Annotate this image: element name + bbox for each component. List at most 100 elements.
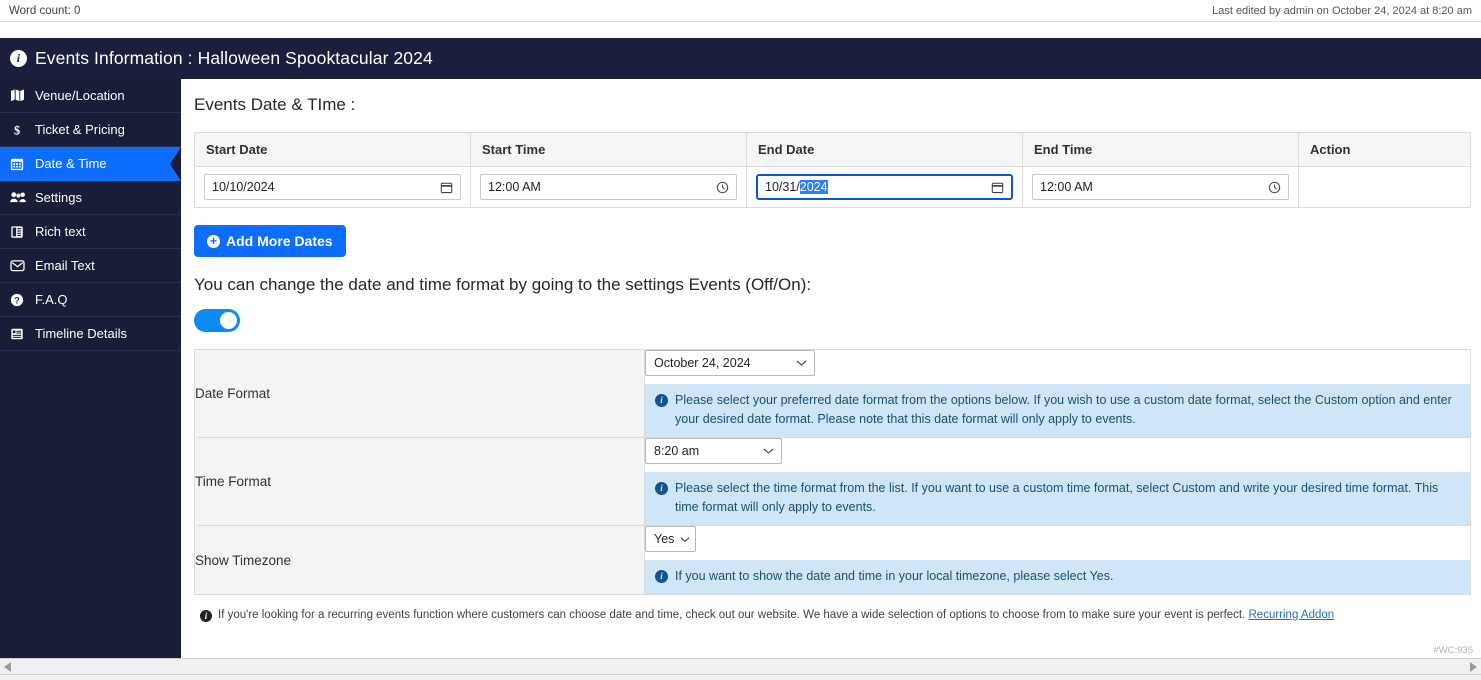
info-icon: i <box>655 394 668 407</box>
add-more-dates-button[interactable]: + Add More Dates <box>194 225 346 257</box>
date-format-label: Date Format <box>194 349 645 438</box>
end-time-value: 12:00 AM <box>1040 180 1093 194</box>
list-card-icon <box>10 327 30 341</box>
bottom-tray-strip <box>0 675 1481 680</box>
add-more-dates-label: Add More Dates <box>226 233 333 249</box>
info-icon: i <box>200 610 212 622</box>
recurring-note-text: If you're looking for a recurring events… <box>218 609 1246 621</box>
sidebar-item-email-text[interactable]: Email Text <box>0 249 181 283</box>
content-shell: Venue/Location $ Ticket & Pricing Date &… <box>0 79 1481 658</box>
table-row: 10/10/2024 12:00 AM 10/31/2024 12:00 AM <box>194 166 1471 208</box>
calendar-icon <box>10 157 30 171</box>
chevron-down-icon <box>763 447 774 455</box>
end-date-prefix: 10/31/ <box>765 180 800 194</box>
plus-circle-icon: + <box>207 234 220 248</box>
scroll-left-arrow-icon[interactable] <box>3 661 14 672</box>
sidebar-item-label: Email Text <box>35 258 95 273</box>
editor-status-bar: Word count: 0 Last edited by admin on Oc… <box>0 0 1481 22</box>
col-start-date: Start Date <box>194 132 471 167</box>
sidebar-item-label: Rich text <box>35 224 86 239</box>
sidebar-item-date-time[interactable]: Date & Time <box>0 147 181 181</box>
calendar-picker-icon[interactable] <box>991 181 1004 194</box>
start-time-input[interactable]: 12:00 AM <box>480 174 737 200</box>
sidebar-item-label: F.A.Q <box>35 292 68 307</box>
col-end-date: End Date <box>746 132 1023 167</box>
users-icon <box>10 191 30 204</box>
time-format-control-cell: 8:20 am i Please select the time format … <box>644 437 1471 526</box>
info-icon: i <box>655 482 668 495</box>
cell-start-date: 10/10/2024 <box>194 166 471 208</box>
sidebar-item-label: Ticket & Pricing <box>35 122 125 137</box>
col-start-time: Start Time <box>470 132 747 167</box>
show-timezone-select[interactable]: Yes <box>645 526 696 552</box>
format-instruction-text: You can change the date and time format … <box>194 275 812 294</box>
sidebar-item-label: Timeline Details <box>35 326 127 341</box>
envelope-icon <box>10 259 30 272</box>
date-format-value: October 24, 2024 <box>654 356 751 370</box>
clock-icon[interactable] <box>1268 181 1281 194</box>
sidebar-item-label: Venue/Location <box>35 88 125 103</box>
date-format-toggle[interactable] <box>194 309 240 332</box>
cell-start-time: 12:00 AM <box>470 166 747 208</box>
sidebar-item-venue-location[interactable]: Venue/Location <box>0 79 181 113</box>
sidebar-item-ticket-pricing[interactable]: $ Ticket & Pricing <box>0 113 181 147</box>
end-date-selected-year: 2024 <box>799 180 828 194</box>
wc-reference-tag: #WC:935 <box>1433 645 1473 656</box>
start-date-input[interactable]: 10/10/2024 <box>204 174 461 200</box>
time-format-select[interactable]: 8:20 am <box>645 438 782 464</box>
bottom-tray <box>0 675 1481 680</box>
page-title: Events Information : Halloween Spooktacu… <box>35 48 433 68</box>
chevron-down-icon <box>680 536 690 543</box>
main-content: Events Date & TIme : Start Date Start Ti… <box>181 79 1481 658</box>
date-format-info-text: Please select your preferred date format… <box>675 393 1452 426</box>
sidebar-item-rich-text[interactable]: Rich text <box>0 215 181 249</box>
events-information-header: i Events Information : Halloween Spookta… <box>0 38 1481 79</box>
settings-row-show-timezone: Show Timezone Yes i If you want to show … <box>194 525 1471 595</box>
map-marker-icon <box>10 89 30 102</box>
show-timezone-control-cell: Yes i If you want to show the date and t… <box>644 525 1471 595</box>
toggle-knob <box>220 312 237 329</box>
events-dates-table: Start Date Start Time End Date End Time … <box>194 132 1471 208</box>
last-edited-label: Last edited by admin on October 24, 2024… <box>1212 4 1472 17</box>
svg-text:?: ? <box>14 295 19 305</box>
col-end-time: End Time <box>1022 132 1299 167</box>
date-format-control-cell: October 24, 2024 i Please select your pr… <box>644 349 1471 438</box>
recurring-addon-link[interactable]: Recurring Addon <box>1249 609 1335 621</box>
cell-end-date: 10/31/2024 <box>746 166 1023 208</box>
time-format-info-text: Please select the time format from the l… <box>675 481 1439 514</box>
date-format-settings-table: Date Format October 24, 2024 i Please se… <box>194 349 1471 595</box>
date-format-select[interactable]: October 24, 2024 <box>645 350 815 376</box>
horizontal-scrollbar[interactable] <box>0 658 1481 675</box>
calendar-picker-icon[interactable] <box>440 181 453 194</box>
sidebar-item-label: Settings <box>35 190 82 205</box>
section-title: Events Date & TIme : <box>194 95 356 114</box>
end-date-input[interactable]: 10/31/2024 <box>756 174 1013 200</box>
scroll-right-arrow-icon[interactable] <box>1467 661 1478 672</box>
time-format-value: 8:20 am <box>654 444 700 458</box>
show-timezone-info-text: If you want to show the date and time in… <box>675 569 1114 583</box>
dollar-sign-icon: $ <box>10 123 30 137</box>
document-text-icon <box>10 225 30 239</box>
info-circle-icon: i <box>10 50 27 67</box>
end-date-value: 10/31/2024 <box>765 180 991 194</box>
clock-icon[interactable] <box>716 181 729 194</box>
end-time-input[interactable]: 12:00 AM <box>1032 174 1289 200</box>
question-circle-icon: ? <box>10 293 30 307</box>
chevron-down-icon <box>796 359 807 367</box>
show-timezone-info: i If you want to show the date and time … <box>645 560 1470 594</box>
time-format-info: i Please select the time format from the… <box>645 472 1470 525</box>
table-header-row: Start Date Start Time End Date End Time … <box>194 132 1471 167</box>
start-date-value: 10/10/2024 <box>212 180 275 194</box>
col-action: Action <box>1298 132 1471 167</box>
recurring-events-note: i If you're looking for a recurring even… <box>200 609 1471 622</box>
info-icon: i <box>655 570 668 583</box>
sidebar-item-faq[interactable]: ? F.A.Q <box>0 283 181 317</box>
show-timezone-value: Yes <box>654 532 675 546</box>
sidebar-nav: Venue/Location $ Ticket & Pricing Date &… <box>0 79 181 658</box>
settings-row-date-format: Date Format October 24, 2024 i Please se… <box>194 349 1471 438</box>
spacer-strip <box>0 22 1481 38</box>
sidebar-item-settings[interactable]: Settings <box>0 181 181 215</box>
word-count-label: Word count: 0 <box>9 4 81 17</box>
svg-text:$: $ <box>14 123 20 137</box>
sidebar-item-timeline-details[interactable]: Timeline Details <box>0 317 181 351</box>
